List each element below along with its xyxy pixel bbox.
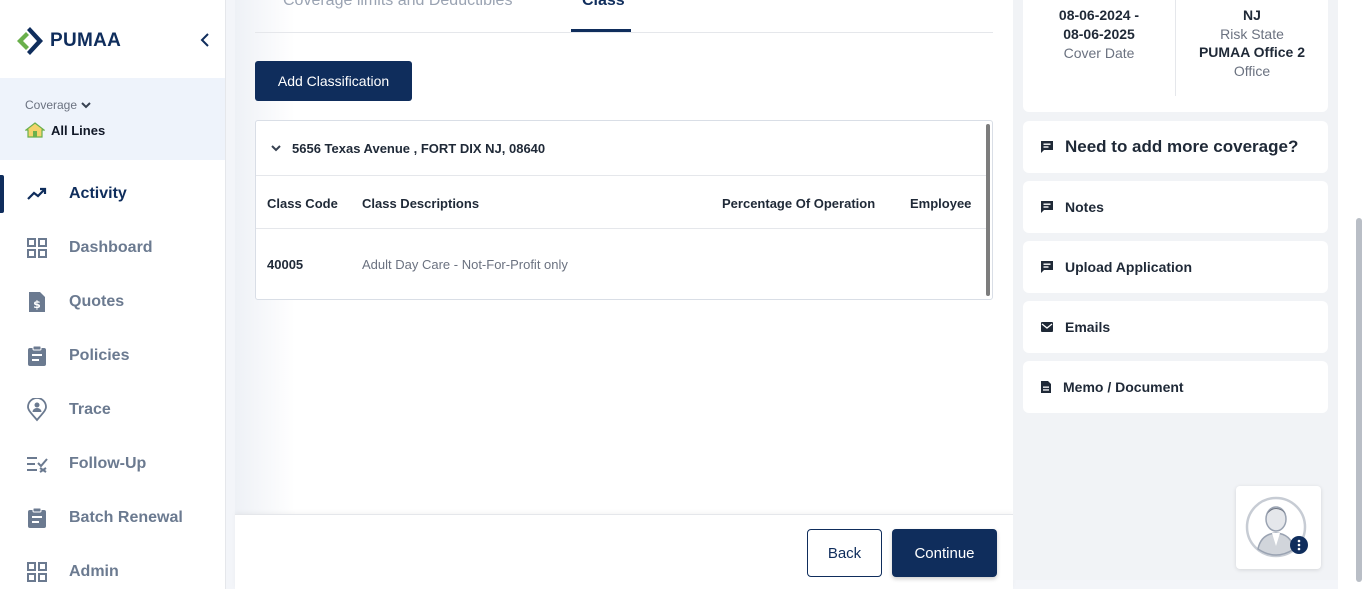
table-row[interactable]: 40005 Adult Day Care - Not-For-Profit on…	[256, 230, 986, 300]
table-scrollbar[interactable]	[986, 124, 990, 296]
nav-item-label: Dashboard	[69, 239, 153, 256]
brand-logo[interactable]: PUMAA	[16, 26, 121, 56]
card-label: Upload Application	[1065, 259, 1193, 275]
nav-item-trace[interactable]: Trace	[0, 383, 225, 437]
card-label: Memo / Document	[1063, 379, 1184, 395]
assistant-widget[interactable]	[1236, 486, 1321, 569]
memo-document-card[interactable]: Memo / Document	[1023, 361, 1328, 413]
main-nav: Activity Dashboard $ Quotes Policies Tra…	[0, 167, 225, 589]
notes-card[interactable]: Notes	[1023, 181, 1328, 233]
pumaa-logo-icon	[17, 27, 43, 55]
upload-application-card[interactable]: Upload Application	[1023, 241, 1328, 293]
nav-item-label: Activity	[69, 185, 127, 202]
coverage-value: All Lines	[25, 122, 105, 138]
office-label: Office	[1233, 63, 1271, 79]
chevron-down-icon	[81, 102, 91, 109]
column-header: Class Descriptions	[362, 196, 480, 211]
chevron-down-icon	[271, 145, 281, 152]
nav-item-admin[interactable]: Admin	[0, 545, 225, 589]
add-classification-button[interactable]: Add Classification	[255, 61, 412, 101]
nav-item-label: Quotes	[69, 293, 125, 310]
nav-item-dashboard[interactable]: Dashboard	[0, 221, 225, 275]
message-icon	[1041, 201, 1053, 213]
cover-date-end: 08-06-2025	[1063, 26, 1135, 42]
location-card: 5656 Texas Avenue , FORT DIX NJ, 08640 C…	[255, 120, 993, 300]
cover-date-start: 08-06-2024 -	[1058, 7, 1140, 23]
nav-item-quotes[interactable]: $ Quotes	[0, 275, 225, 329]
chevron-left-icon	[200, 33, 209, 47]
nav-item-label: Follow-Up	[69, 455, 147, 472]
tab-class[interactable]: Class	[582, 0, 625, 10]
tab-coverage-limits[interactable]: Coverage limits and Deductibles	[283, 0, 512, 10]
assistant-avatar-icon	[1245, 496, 1308, 558]
clipboard-icon	[26, 345, 48, 367]
location-person-icon	[26, 398, 48, 422]
trending-up-icon	[26, 183, 48, 205]
message-icon	[1041, 141, 1053, 153]
cover-date-label: Cover Date	[1063, 45, 1135, 61]
svg-text:$: $	[33, 298, 41, 311]
page-scrollbar[interactable]	[1356, 218, 1362, 582]
grid-icon	[26, 561, 48, 583]
nav-item-label: Trace	[69, 401, 111, 418]
nav-item-label: Batch Renewal	[69, 509, 183, 526]
table-header: Class Code Class Descriptions Percentage…	[256, 177, 986, 229]
nav-item-follow-up[interactable]: Follow-Up	[0, 437, 225, 491]
coverage-selector[interactable]: Coverage All Lines	[0, 78, 225, 160]
card-label: Notes	[1065, 199, 1104, 215]
nav-item-batch-renewal[interactable]: Batch Renewal	[0, 491, 225, 545]
active-tab-indicator	[571, 29, 631, 32]
nav-item-policies[interactable]: Policies	[0, 329, 225, 383]
grid-icon	[26, 237, 48, 259]
coverage-label-text: Coverage	[25, 98, 78, 112]
card-label: Emails	[1065, 319, 1111, 335]
brand-name: PUMAA	[50, 30, 122, 51]
cover-date-block: 08-06-2024 - 08-06-2025 Cover Date	[1023, 6, 1175, 62]
column-header: Percentage Of Operation	[722, 196, 876, 211]
clipboard-icon	[26, 507, 48, 529]
collapse-sidebar-button[interactable]	[198, 32, 212, 48]
emails-card[interactable]: Emails	[1023, 301, 1328, 353]
class-description-cell: Adult Day Care - Not-For-Profit only	[362, 257, 568, 272]
coverage-value-text: All Lines	[51, 122, 106, 138]
house-icon	[25, 122, 45, 138]
coverage-label[interactable]: Coverage	[25, 98, 92, 112]
column-header: Class Code	[267, 196, 338, 211]
list-check-icon	[26, 453, 48, 475]
nav-item-label: Policies	[69, 347, 130, 364]
sidebar: PUMAA Coverage All Lines Activity Dashbo…	[0, 0, 226, 589]
risk-office-block: NJ Risk State PUMAA Office 2 Office	[1176, 6, 1328, 80]
add-coverage-card[interactable]: Need to add more coverage?	[1023, 121, 1328, 173]
location-header[interactable]: 5656 Texas Avenue , FORT DIX NJ, 08640	[256, 121, 986, 176]
location-address: 5656 Texas Avenue , FORT DIX NJ, 08640	[292, 140, 546, 156]
nav-item-label: Admin	[69, 563, 119, 580]
tab-bar: Coverage limits and Deductibles Class	[255, 0, 993, 33]
document-icon	[1041, 381, 1051, 393]
footer-actions: Back Continue	[235, 514, 1013, 589]
office-name: PUMAA Office 2	[1198, 44, 1306, 60]
message-icon	[1041, 261, 1053, 273]
mail-icon	[1041, 322, 1053, 332]
class-code-cell: 40005	[267, 257, 304, 272]
policy-info-card: 08-06-2024 - 08-06-2025 Cover Date NJ Ri…	[1023, 0, 1328, 112]
column-header: Employee	[910, 196, 972, 211]
main-content: Coverage limits and Deductibles Class Ad…	[235, 0, 1013, 589]
card-label: Need to add more coverage?	[1065, 137, 1299, 156]
risk-state: NJ	[1243, 7, 1261, 23]
continue-button[interactable]: Continue	[892, 529, 997, 577]
nav-item-activity[interactable]: Activity	[0, 167, 225, 221]
risk-state-label: Risk State	[1220, 26, 1284, 42]
dollar-file-icon: $	[26, 291, 48, 313]
back-button[interactable]: Back	[807, 529, 882, 577]
